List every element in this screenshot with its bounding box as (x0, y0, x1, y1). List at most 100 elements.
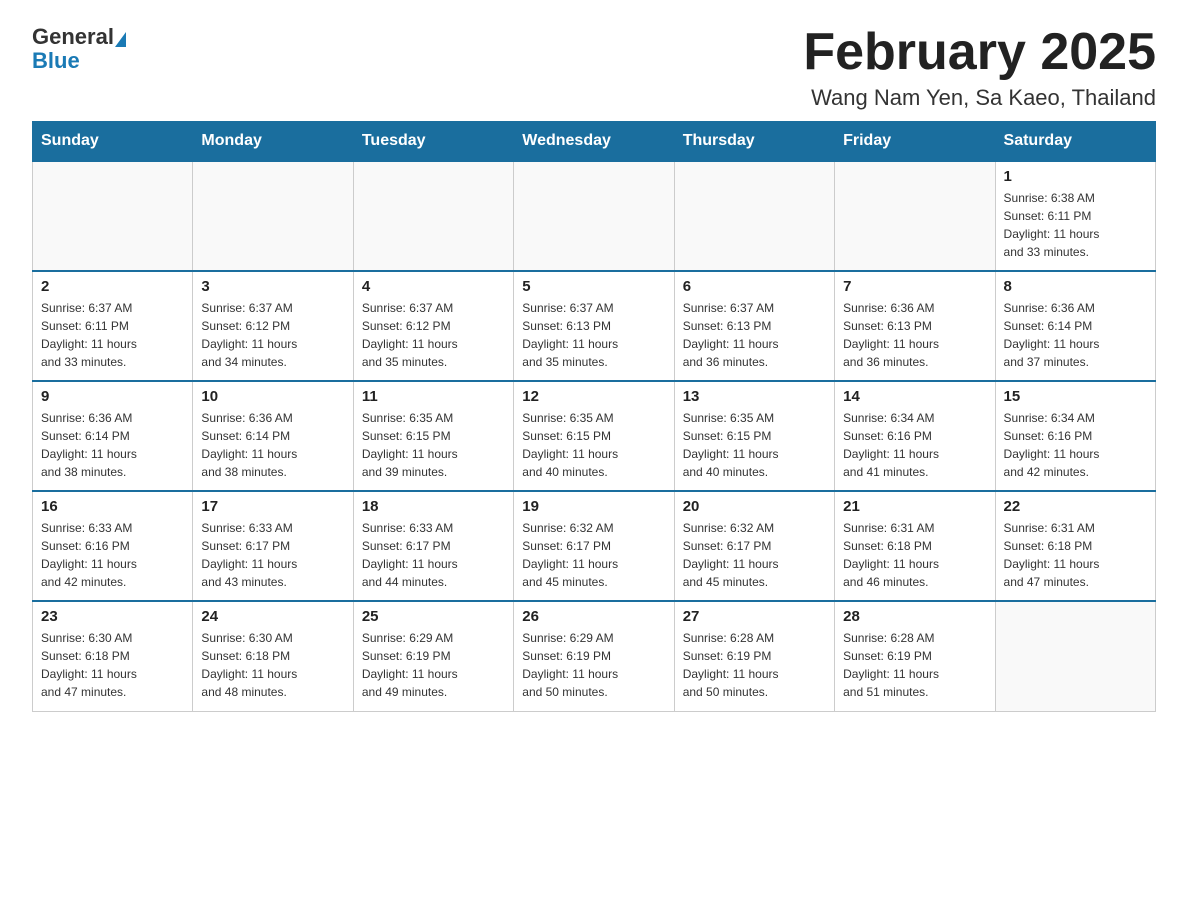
day-number: 11 (362, 388, 505, 405)
day-info: Sunrise: 6:35 AM Sunset: 6:15 PM Dayligh… (683, 409, 826, 481)
calendar-day-cell: 18Sunrise: 6:33 AM Sunset: 6:17 PM Dayli… (353, 491, 513, 601)
calendar-day-cell (193, 161, 353, 271)
day-number: 25 (362, 608, 505, 625)
day-info: Sunrise: 6:28 AM Sunset: 6:19 PM Dayligh… (843, 629, 986, 701)
calendar-day-cell: 20 Sunrise: 6:32 AM Sunset: 6:17 PM Dayli… (674, 491, 834, 601)
weekday-header-row: SundayMondayTuesdayWednesdayThursdayFrid… (33, 122, 1156, 162)
calendar-day-cell: 21Sunrise: 6:31 AM Sunset: 6:18 PM Dayli… (835, 491, 995, 601)
day-info: Sunrise: 6:33 AM Sunset: 6:16 PM Dayligh… (41, 519, 184, 591)
day-number: 23 (41, 608, 184, 625)
calendar-day-cell (33, 161, 193, 271)
calendar-day-cell: 15Sunrise: 6:34 AM Sunset: 6:16 PM Dayli… (995, 381, 1155, 491)
day-info: Sunrise: 6:29 AM Sunset: 6:19 PM Dayligh… (362, 629, 505, 701)
calendar-title: February 2025 (803, 24, 1156, 81)
page-header: General Blue February 2025 Wang Nam Yen,… (0, 0, 1188, 121)
calendar-day-cell: 13 Sunrise: 6:35 AM Sunset: 6:15 PM Dayli… (674, 381, 834, 491)
day-number: 27 (683, 608, 826, 625)
calendar-day-cell: 12 Sunrise: 6:35 AM Sunset: 6:15 PM Dayli… (514, 381, 674, 491)
calendar-day-cell (514, 161, 674, 271)
day-number: 1 (1004, 168, 1147, 185)
calendar-day-cell (674, 161, 834, 271)
calendar-day-cell (353, 161, 513, 271)
day-number: 20 (683, 498, 826, 515)
day-number: 7 (843, 278, 986, 295)
calendar-day-cell: 22 Sunrise: 6:31 AM Sunset: 6:18 PM Dayli… (995, 491, 1155, 601)
day-info: Sunrise: 6:36 AM Sunset: 6:14 PM Dayligh… (201, 409, 344, 481)
calendar-day-cell: 1 Sunrise: 6:38 AM Sunset: 6:11 PM Daylig… (995, 161, 1155, 271)
weekday-header-thursday: Thursday (674, 122, 834, 162)
calendar-week-row: 1 Sunrise: 6:38 AM Sunset: 6:11 PM Daylig… (33, 161, 1156, 271)
calendar-day-cell: 25 Sunrise: 6:29 AM Sunset: 6:19 PM Dayli… (353, 601, 513, 711)
weekday-header-sunday: Sunday (33, 122, 193, 162)
day-number: 14 (843, 388, 986, 405)
logo: General Blue (32, 24, 126, 72)
day-info: Sunrise: 6:31 AM Sunset: 6:18 PM Dayligh… (1004, 519, 1147, 591)
day-number: 2 (41, 278, 184, 295)
day-number: 9 (41, 388, 184, 405)
calendar-day-cell: 6 Sunrise: 6:37 AM Sunset: 6:13 PM Daylig… (674, 271, 834, 381)
calendar-day-cell (835, 161, 995, 271)
weekday-header-friday: Friday (835, 122, 995, 162)
day-info: Sunrise: 6:36 AM Sunset: 6:14 PM Dayligh… (1004, 299, 1147, 371)
day-number: 8 (1004, 278, 1147, 295)
day-info: Sunrise: 6:35 AM Sunset: 6:15 PM Dayligh… (522, 409, 665, 481)
day-info: Sunrise: 6:33 AM Sunset: 6:17 PM Dayligh… (201, 519, 344, 591)
day-number: 13 (683, 388, 826, 405)
location-subtitle: Wang Nam Yen, Sa Kaeo, Thailand (803, 85, 1156, 111)
day-number: 10 (201, 388, 344, 405)
calendar-day-cell: 28 Sunrise: 6:28 AM Sunset: 6:19 PM Dayli… (835, 601, 995, 711)
weekday-header-saturday: Saturday (995, 122, 1155, 162)
day-number: 28 (843, 608, 986, 625)
day-number: 6 (683, 278, 826, 295)
day-info: Sunrise: 6:31 AM Sunset: 6:18 PM Dayligh… (843, 519, 986, 591)
calendar-day-cell: 26Sunrise: 6:29 AM Sunset: 6:19 PM Dayli… (514, 601, 674, 711)
weekday-header-tuesday: Tuesday (353, 122, 513, 162)
day-info: Sunrise: 6:37 AM Sunset: 6:11 PM Dayligh… (41, 299, 184, 371)
calendar-day-cell: 24Sunrise: 6:30 AM Sunset: 6:18 PM Dayli… (193, 601, 353, 711)
calendar-week-row: 16Sunrise: 6:33 AM Sunset: 6:16 PM Dayli… (33, 491, 1156, 601)
calendar-week-row: 23 Sunrise: 6:30 AM Sunset: 6:18 PM Dayli… (33, 601, 1156, 711)
calendar-day-cell: 9 Sunrise: 6:36 AM Sunset: 6:14 PM Daylig… (33, 381, 193, 491)
day-number: 5 (522, 278, 665, 295)
calendar-day-cell: 5 Sunrise: 6:37 AM Sunset: 6:13 PM Daylig… (514, 271, 674, 381)
calendar-day-cell: 10 Sunrise: 6:36 AM Sunset: 6:14 PM Dayli… (193, 381, 353, 491)
day-info: Sunrise: 6:37 AM Sunset: 6:12 PM Dayligh… (201, 299, 344, 371)
calendar-day-cell: 7 Sunrise: 6:36 AM Sunset: 6:13 PM Daylig… (835, 271, 995, 381)
calendar-table: SundayMondayTuesdayWednesdayThursdayFrid… (32, 121, 1156, 712)
calendar-week-row: 9 Sunrise: 6:36 AM Sunset: 6:14 PM Daylig… (33, 381, 1156, 491)
calendar-day-cell: 11 Sunrise: 6:35 AM Sunset: 6:15 PM Dayli… (353, 381, 513, 491)
day-info: Sunrise: 6:32 AM Sunset: 6:17 PM Dayligh… (683, 519, 826, 591)
calendar-day-cell: 27Sunrise: 6:28 AM Sunset: 6:19 PM Dayli… (674, 601, 834, 711)
calendar-day-cell: 14 Sunrise: 6:34 AM Sunset: 6:16 PM Dayli… (835, 381, 995, 491)
calendar-day-cell (995, 601, 1155, 711)
day-info: Sunrise: 6:34 AM Sunset: 6:16 PM Dayligh… (843, 409, 986, 481)
day-info: Sunrise: 6:32 AM Sunset: 6:17 PM Dayligh… (522, 519, 665, 591)
day-info: Sunrise: 6:37 AM Sunset: 6:13 PM Dayligh… (683, 299, 826, 371)
day-info: Sunrise: 6:37 AM Sunset: 6:13 PM Dayligh… (522, 299, 665, 371)
calendar-day-cell: 4Sunrise: 6:37 AM Sunset: 6:12 PM Daylig… (353, 271, 513, 381)
day-number: 22 (1004, 498, 1147, 515)
logo-general-text: General (32, 24, 114, 50)
calendar-day-cell: 23 Sunrise: 6:30 AM Sunset: 6:18 PM Dayli… (33, 601, 193, 711)
calendar-day-cell: 2 Sunrise: 6:37 AM Sunset: 6:11 PM Daylig… (33, 271, 193, 381)
day-number: 17 (201, 498, 344, 515)
day-info: Sunrise: 6:38 AM Sunset: 6:11 PM Dayligh… (1004, 189, 1147, 261)
day-info: Sunrise: 6:34 AM Sunset: 6:16 PM Dayligh… (1004, 409, 1147, 481)
calendar-wrapper: SundayMondayTuesdayWednesdayThursdayFrid… (0, 121, 1188, 744)
weekday-header-monday: Monday (193, 122, 353, 162)
day-info: Sunrise: 6:29 AM Sunset: 6:19 PM Dayligh… (522, 629, 665, 701)
calendar-week-row: 2 Sunrise: 6:37 AM Sunset: 6:11 PM Daylig… (33, 271, 1156, 381)
logo-triangle-icon (115, 32, 126, 47)
day-number: 24 (201, 608, 344, 625)
weekday-header-wednesday: Wednesday (514, 122, 674, 162)
day-number: 12 (522, 388, 665, 405)
title-section: February 2025 Wang Nam Yen, Sa Kaeo, Tha… (803, 24, 1156, 111)
day-number: 3 (201, 278, 344, 295)
day-info: Sunrise: 6:36 AM Sunset: 6:14 PM Dayligh… (41, 409, 184, 481)
calendar-day-cell: 17 Sunrise: 6:33 AM Sunset: 6:17 PM Dayli… (193, 491, 353, 601)
calendar-header: SundayMondayTuesdayWednesdayThursdayFrid… (33, 122, 1156, 162)
day-info: Sunrise: 6:35 AM Sunset: 6:15 PM Dayligh… (362, 409, 505, 481)
day-info: Sunrise: 6:36 AM Sunset: 6:13 PM Dayligh… (843, 299, 986, 371)
calendar-day-cell: 19Sunrise: 6:32 AM Sunset: 6:17 PM Dayli… (514, 491, 674, 601)
day-info: Sunrise: 6:30 AM Sunset: 6:18 PM Dayligh… (41, 629, 184, 701)
